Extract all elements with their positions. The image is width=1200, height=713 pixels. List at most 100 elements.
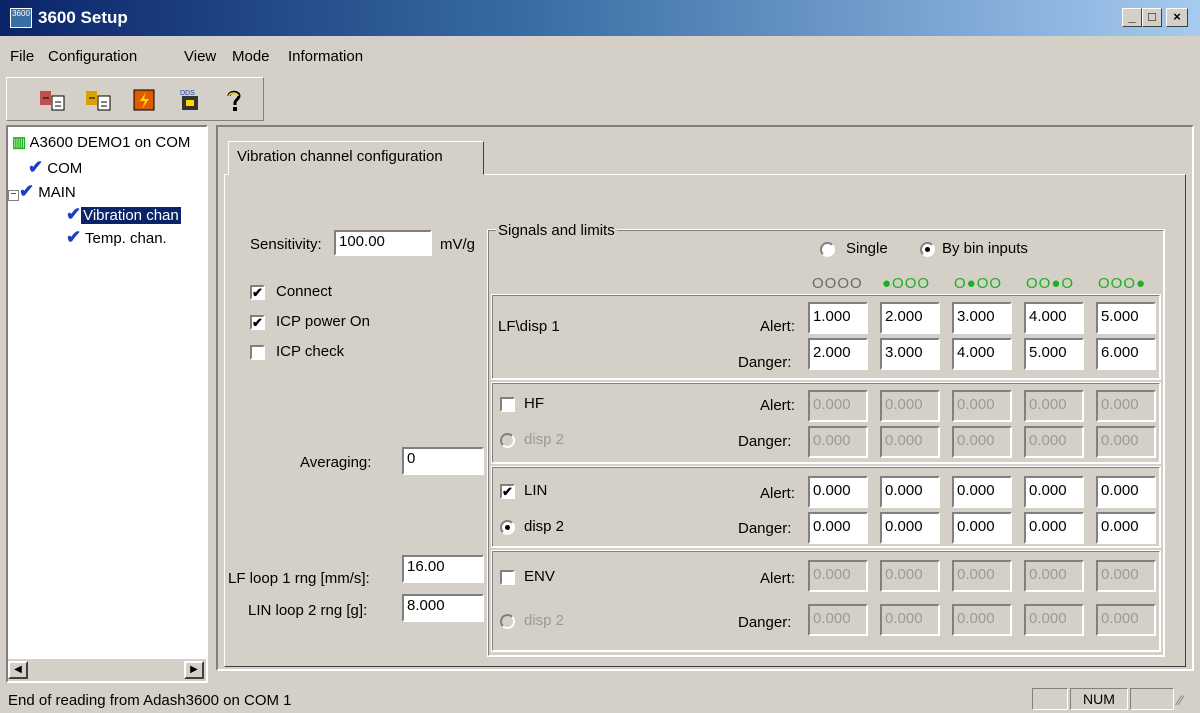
lf-danger-input-4[interactable]: 5.000 [1024, 338, 1084, 370]
hf-danger-input-2[interactable]: 0.000 [880, 426, 940, 458]
lf-label: LF\disp 1 [498, 318, 560, 335]
hf-danger-input-4[interactable]: 0.000 [1024, 426, 1084, 458]
lin-danger-input-5[interactable]: 0.000 [1096, 512, 1156, 544]
tree-main-label: MAIN [38, 184, 76, 201]
bin-indicator-1: ●OOO [882, 275, 931, 292]
env-alert-input-5[interactable]: 0.000 [1096, 560, 1156, 592]
hf-alert-input-4[interactable]: 0.000 [1024, 390, 1084, 422]
lin-danger-input-3[interactable]: 0.000 [952, 512, 1012, 544]
env-disp-radio[interactable] [500, 614, 515, 629]
hf-checkbox[interactable] [500, 397, 515, 412]
lf-alert-input-1[interactable]: 1.000 [808, 302, 868, 334]
tree-hscrollbar[interactable]: ◀ ▶ [8, 659, 206, 681]
tree-root-label: A3600 DEMO1 on COM [29, 134, 191, 151]
env-danger-input-3[interactable]: 0.000 [952, 604, 1012, 636]
hf-danger-label: Danger: [738, 433, 792, 450]
env-alert-input-2[interactable]: 0.000 [880, 560, 940, 592]
tree-item-temp[interactable]: ✔ Temp. chan. [66, 227, 167, 248]
write-config-icon[interactable] [82, 85, 114, 115]
env-alert-label: Alert: [760, 570, 796, 587]
lin-danger-input-2[interactable]: 0.000 [880, 512, 940, 544]
sensitivity-unit: mV/g [440, 236, 476, 253]
lin-alert-input-1[interactable]: 0.000 [808, 476, 868, 508]
sensitivity-label: Sensitivity: [250, 236, 322, 253]
lin-loop-label: LIN loop 2 rng [g]: [248, 602, 368, 619]
lin-alert-input-5[interactable]: 0.000 [1096, 476, 1156, 508]
lf-danger-input-2[interactable]: 3.000 [880, 338, 940, 370]
lf-alert-input-3[interactable]: 3.000 [952, 302, 1012, 334]
lf-alert-input-2[interactable]: 2.000 [880, 302, 940, 334]
lf-danger-input-5[interactable]: 6.000 [1096, 338, 1156, 370]
lf-alert-label: Alert: [760, 318, 796, 335]
averaging-input[interactable]: 0 [402, 447, 484, 475]
lin-danger-input-4[interactable]: 0.000 [1024, 512, 1084, 544]
minimize-button[interactable]: _ [1122, 8, 1142, 27]
hf-alert-input-3[interactable]: 0.000 [952, 390, 1012, 422]
lf-danger-input-3[interactable]: 4.000 [952, 338, 1012, 370]
menu-configuration[interactable]: Configuration [48, 48, 137, 65]
resize-grip-icon[interactable]: ⁄⁄ [1178, 692, 1183, 708]
signals-title: Signals and limits [496, 222, 617, 239]
by-bin-radio[interactable] [920, 242, 935, 257]
menu-file[interactable]: File [10, 48, 34, 65]
maximize-button[interactable]: □ [1142, 8, 1162, 27]
tree-item-vibration[interactable]: ✔ Vibration chan [66, 204, 181, 225]
lf-danger-input-1[interactable]: 2.000 [808, 338, 868, 370]
hf-danger-input-5[interactable]: 0.000 [1096, 426, 1156, 458]
title-bar [0, 0, 1200, 36]
hf-alert-input-1[interactable]: 0.000 [808, 390, 868, 422]
env-danger-input-5[interactable]: 0.000 [1096, 604, 1156, 636]
single-label: Single [846, 240, 888, 257]
env-alert-input-4[interactable]: 0.000 [1024, 560, 1084, 592]
tree-item-main[interactable]: − ✔ MAIN [8, 181, 76, 202]
lin-checkbox[interactable]: ✔ [500, 484, 515, 499]
flash-icon[interactable] [128, 85, 160, 115]
check-icon: ✔ [66, 204, 82, 224]
help-icon[interactable] [218, 85, 250, 115]
tab-vibration-config[interactable]: Vibration channel configuration [228, 141, 484, 175]
hf-alert-input-5[interactable]: 0.000 [1096, 390, 1156, 422]
env-checkbox[interactable] [500, 570, 515, 585]
tree-item-com[interactable]: ✔ COM [28, 157, 82, 178]
lin-alert-input-2[interactable]: 0.000 [880, 476, 940, 508]
env-danger-input-4[interactable]: 0.000 [1024, 604, 1084, 636]
env-disp-label: disp 2 [524, 612, 565, 629]
tree-root[interactable]: ▥ A3600 DEMO1 on COM [12, 133, 190, 151]
lin-alert-input-3[interactable]: 0.000 [952, 476, 1012, 508]
env-alert-input-3[interactable]: 0.000 [952, 560, 1012, 592]
collapse-icon[interactable]: − [8, 190, 19, 201]
hf-disp-radio[interactable] [500, 433, 515, 448]
icp-power-label: ICP power On [276, 313, 370, 330]
menu-view[interactable]: View [184, 48, 216, 65]
single-radio[interactable] [820, 242, 835, 257]
lf-alert-input-5[interactable]: 5.000 [1096, 302, 1156, 334]
status-pane-scrl [1130, 688, 1174, 710]
dds-icon[interactable]: DDS [174, 85, 206, 115]
lin-loop-input[interactable]: 8.000 [402, 594, 484, 622]
sensitivity-input[interactable]: 100.00 [334, 230, 432, 256]
hf-alert-input-2[interactable]: 0.000 [880, 390, 940, 422]
icp-check-label: ICP check [276, 343, 345, 360]
connect-checkbox[interactable]: ✔ [250, 285, 265, 300]
lf-loop-input[interactable]: 16.00 [402, 555, 484, 583]
lin-label: LIN [524, 482, 548, 499]
lin-disp-radio[interactable] [500, 520, 515, 535]
scroll-left-icon[interactable]: ◀ [8, 661, 28, 679]
read-config-icon[interactable] [36, 85, 68, 115]
scroll-right-icon[interactable]: ▶ [184, 661, 204, 679]
icp-power-checkbox[interactable]: ✔ [250, 315, 265, 330]
close-button[interactable]: × [1166, 8, 1188, 27]
hf-danger-input-1[interactable]: 0.000 [808, 426, 868, 458]
svg-text:DDS: DDS [180, 90, 195, 97]
env-danger-input-1[interactable]: 0.000 [808, 604, 868, 636]
lin-danger-input-1[interactable]: 0.000 [808, 512, 868, 544]
hf-danger-input-3[interactable]: 0.000 [952, 426, 1012, 458]
env-alert-input-1[interactable]: 0.000 [808, 560, 868, 592]
lf-alert-input-4[interactable]: 4.000 [1024, 302, 1084, 334]
icp-check-checkbox[interactable] [250, 345, 265, 360]
menu-mode[interactable]: Mode [232, 48, 270, 65]
menu-information[interactable]: Information [288, 48, 363, 65]
env-danger-input-2[interactable]: 0.000 [880, 604, 940, 636]
lin-alert-input-4[interactable]: 0.000 [1024, 476, 1084, 508]
config-tree[interactable]: ▥ A3600 DEMO1 on COM ✔ COM − ✔ MAIN ✔ Vibr… [6, 125, 208, 683]
